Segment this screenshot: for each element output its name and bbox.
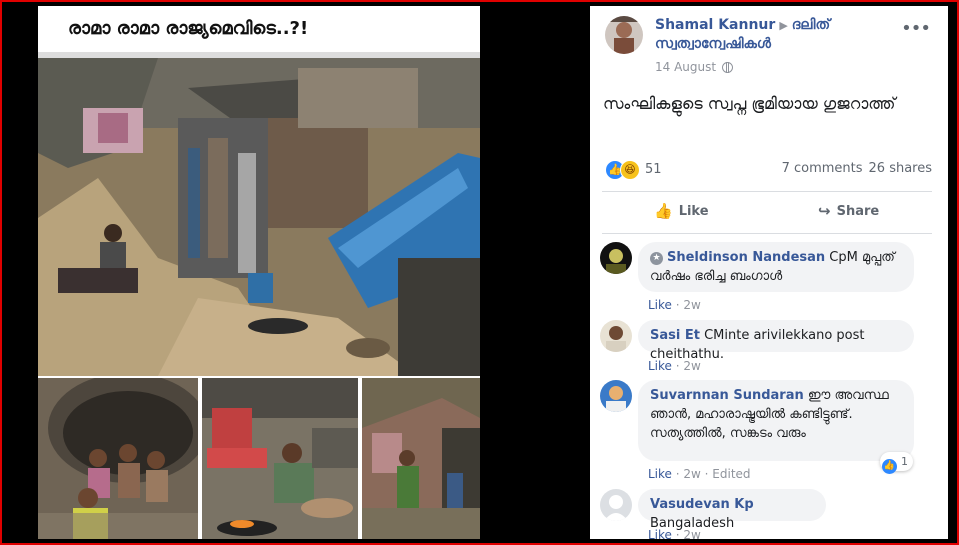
thumbs-up-icon: 👍 [654,202,673,220]
top-fan-badge-icon: ★ [650,252,663,265]
comment-reaction-count: 1 [901,455,908,468]
comment-meta: Like · 2w · Edited [648,467,751,481]
post-text: സംഘികളുടെ സ്വപ്ന ഭൂമിയായ ഗുജറാത്ത് [603,94,896,113]
commenter-avatar[interactable] [600,489,632,521]
tent-family-photo[interactable] [38,378,198,539]
shares-count-link[interactable]: 26 shares [869,161,932,176]
like-button[interactable]: 👍 Like [654,202,709,220]
woman-cooking-photo[interactable] [202,378,358,539]
like-reaction-icon: 👍 [882,459,897,474]
comment-meta: Like · 2w [648,359,701,373]
share-button-label: Share [836,204,880,219]
commenter-avatar[interactable] [600,320,632,352]
divider [602,233,932,234]
comment-like-link[interactable]: Like [648,298,672,312]
like-button-label: Like [678,204,709,219]
commenter-name-link[interactable]: Sheldinson Nandesan [667,250,825,265]
commenter-avatar[interactable] [600,380,632,412]
comment-time[interactable]: 2w [683,298,700,312]
haha-reaction-icon: 😆 [620,160,640,180]
comment-bubble: ★ Sheldinson Nandesan CpM മുപ്പത് വർഷം ഭര… [638,242,914,292]
facebook-post-panel: Shamal Kannur ▶ ദലിത് സ്വത്വാന്വേഷികൾ 14 A… [590,6,948,539]
main-slum-photo[interactable] [38,58,480,376]
commenter-name-link[interactable]: Vasudevan Kp [650,497,754,512]
commenter-avatar[interactable] [600,242,632,274]
post-header: Shamal Kannur ▶ ദലിത് സ്വത്വാന്വേഷികൾ [655,16,905,54]
share-arrow-icon: ↪ [818,202,831,220]
comment-time[interactable]: 2w [683,359,700,373]
comment-meta: Like · 2w [648,298,701,312]
author-avatar[interactable] [605,16,643,54]
hut-woman-photo[interactable] [362,378,480,539]
globe-icon [722,62,734,73]
comment-bubble: Sasi Et CMinte arivilekkano post cheitha… [638,320,914,362]
comment-meta: Like · 2w [648,528,701,539]
commenter-name-link[interactable]: Sasi Et [650,328,700,343]
reaction-count: 51 [645,162,662,177]
share-to-arrow-icon: ▶ [779,19,788,32]
author-name-link[interactable]: Shamal Kannur [655,17,775,33]
commenter-name-link[interactable]: Suvarnnan Sundaran [650,388,804,403]
comment-bubble: Vasudevan Kp Bangaladesh [638,489,826,531]
post-photo-collage[interactable]: രാമാ രാമാ രാജ്യമെവിടെ..?! [38,6,480,539]
comment-time[interactable]: 2w [683,528,700,539]
post-date[interactable]: 14 August [655,60,716,74]
comment-like-link[interactable]: Like [648,528,672,539]
edited-label[interactable]: Edited [712,467,750,481]
comment-like-link[interactable]: Like [648,359,672,373]
comment-like-link[interactable]: Like [648,467,672,481]
more-options-icon[interactable]: ••• [901,18,931,39]
post-timestamp[interactable]: 14 August [655,60,734,74]
comments-count-link[interactable]: 7 comments [782,161,863,176]
share-button[interactable]: ↪ Share [818,202,879,220]
comment-time[interactable]: 2w [683,467,700,481]
engagement-counts: 7 comments 26 shares [776,161,932,176]
comment-reactions[interactable]: 👍 1 [880,452,913,474]
photo-caption: രാമാ രാമാ രാജ്യമെവിടെ..?! [38,6,480,52]
comment-bubble: Suvarnnan Sundaran ഈ അവസ്ഥ ഞാൻ, മഹാരാഷ്ട… [638,380,914,461]
divider [602,191,932,192]
